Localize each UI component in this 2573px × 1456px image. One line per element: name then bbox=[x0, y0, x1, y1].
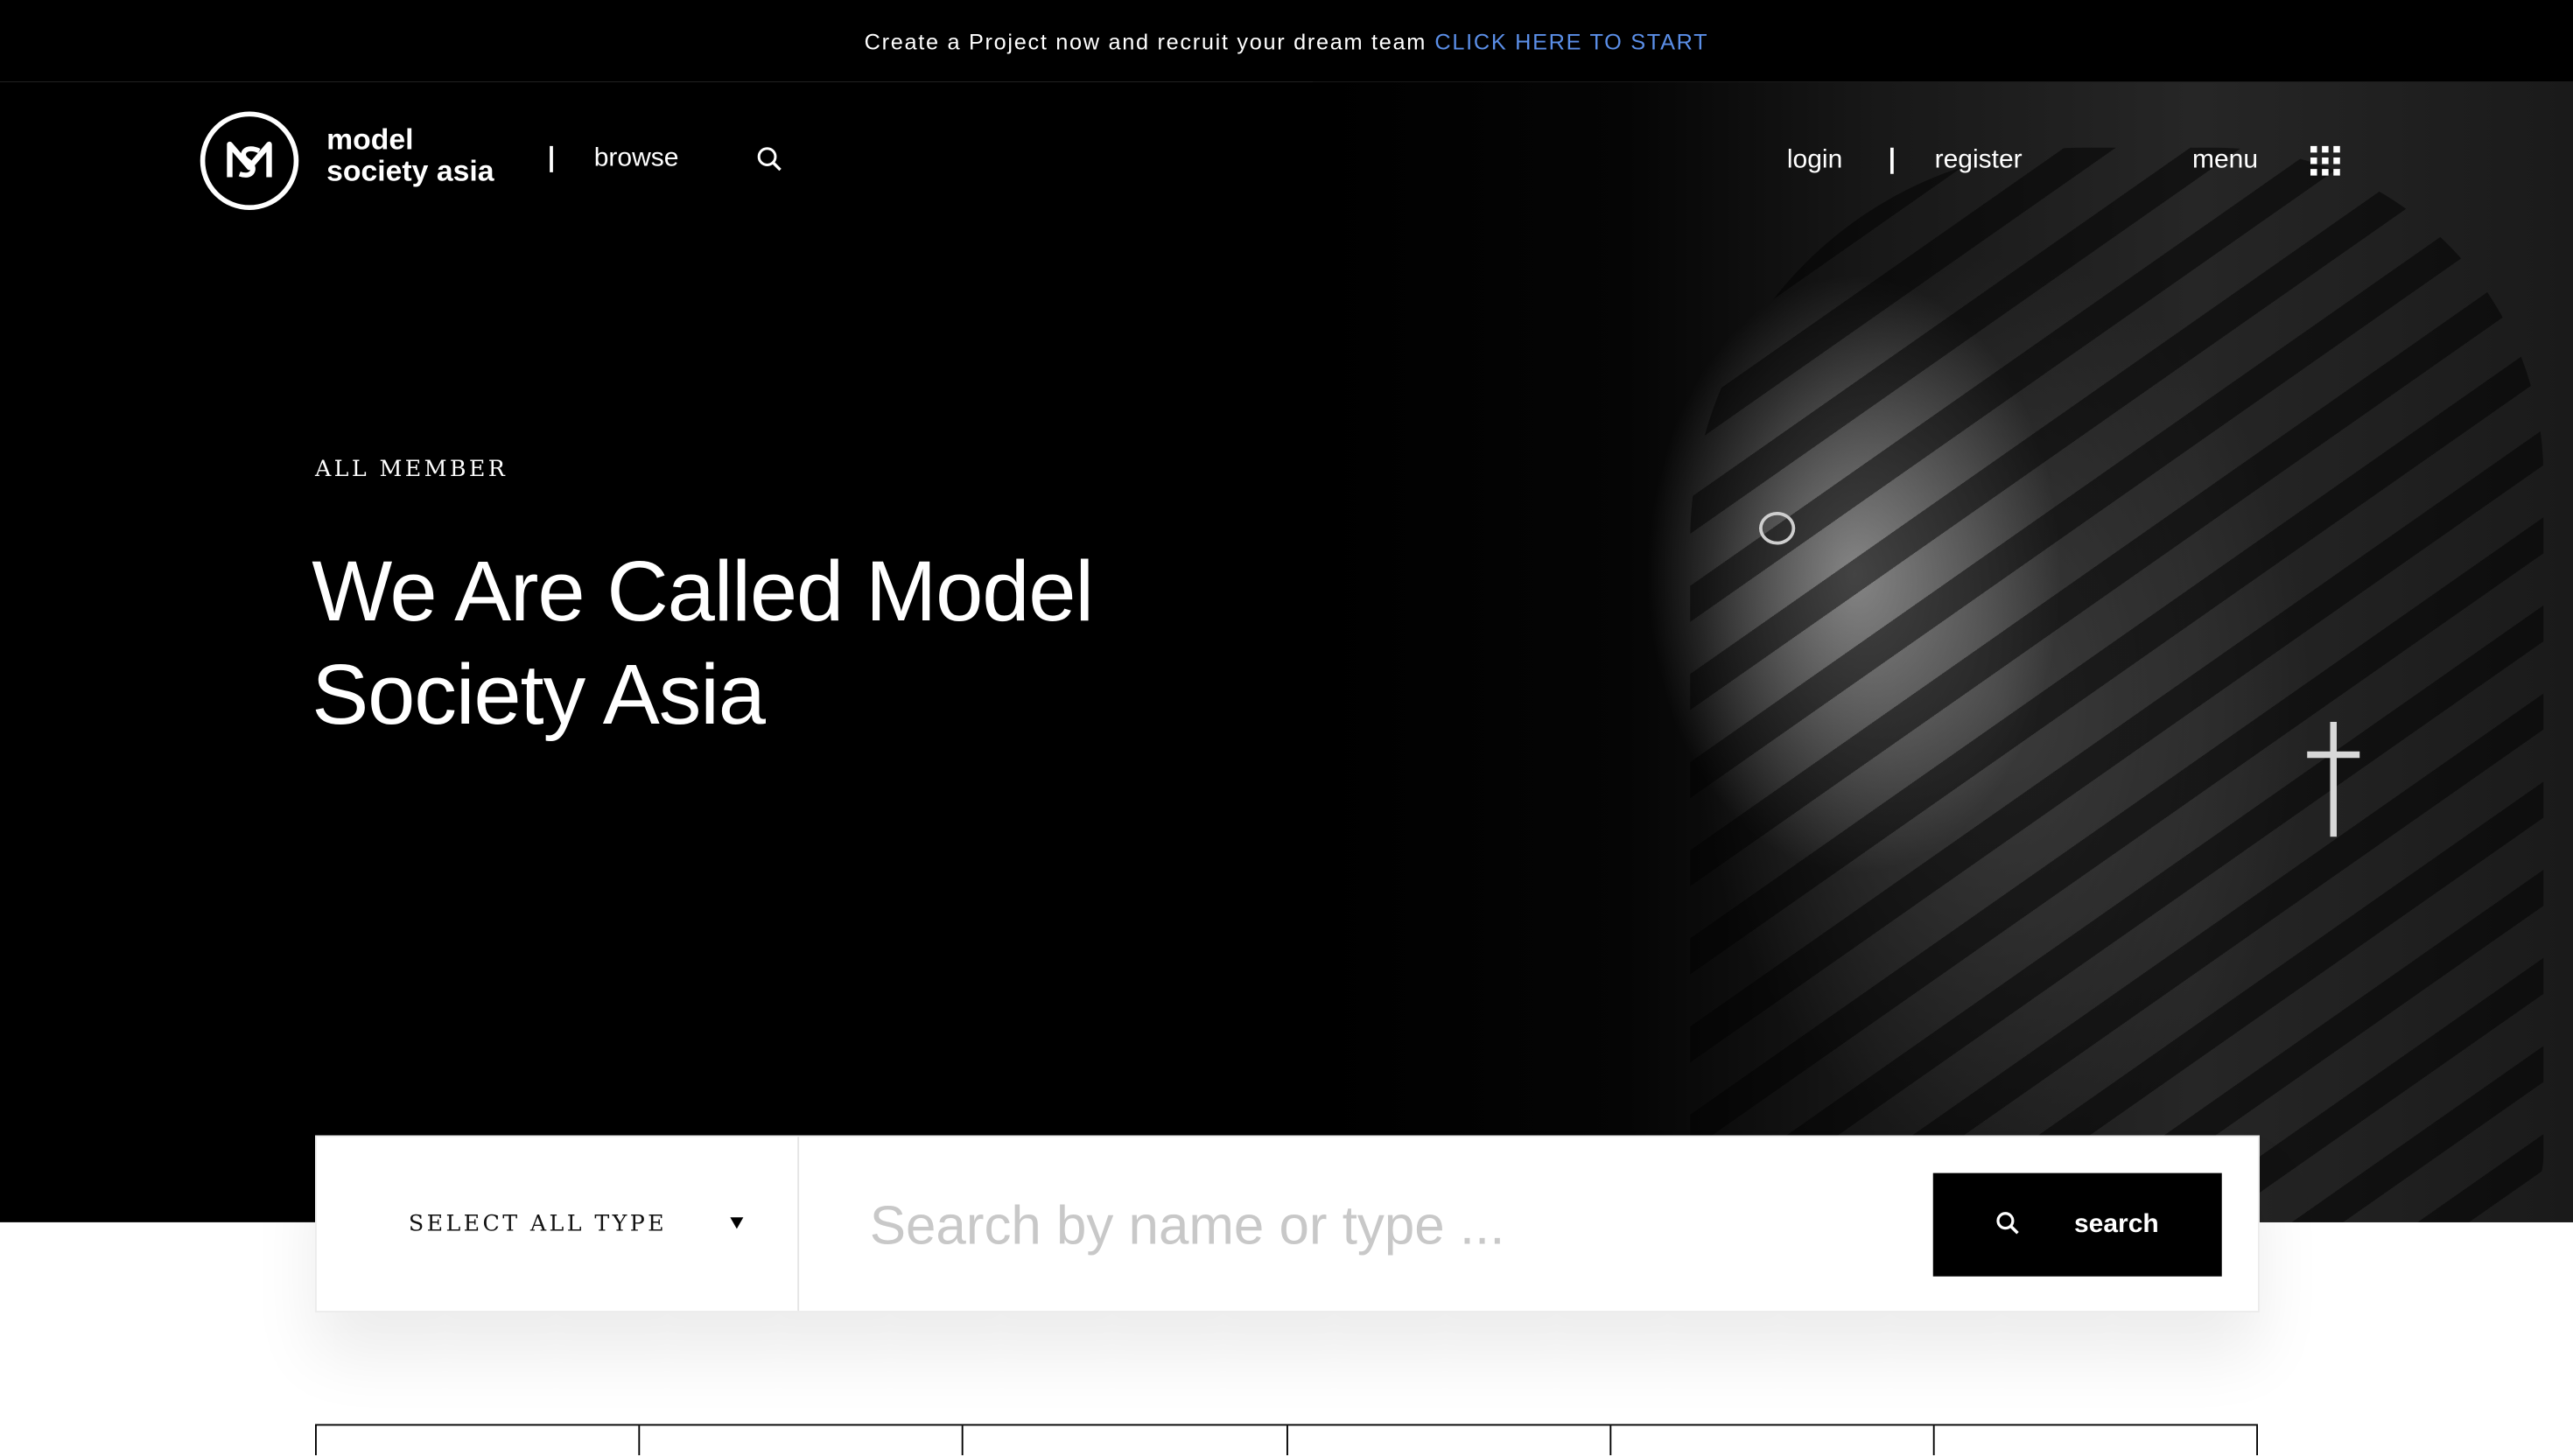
page: Create a Project now and recruit your dr… bbox=[0, 0, 2573, 1456]
grid-icon[interactable] bbox=[2310, 145, 2340, 176]
type-select-dropdown[interactable]: SELECT ALL TYPE bbox=[317, 1137, 800, 1312]
brand-line-1: model bbox=[326, 122, 414, 157]
category-card[interactable] bbox=[1287, 1425, 1611, 1456]
announcement-text: Create a Project now and recruit your dr… bbox=[864, 28, 1427, 53]
header-search-button[interactable] bbox=[756, 146, 782, 180]
search-icon bbox=[757, 147, 782, 172]
category-card[interactable] bbox=[1934, 1425, 2259, 1456]
register-link[interactable]: register bbox=[1935, 146, 2023, 176]
search-input[interactable] bbox=[866, 1182, 1858, 1269]
hero-portrait-image bbox=[1313, 81, 2573, 1222]
search-panel: SELECT ALL TYPE search bbox=[315, 1135, 2260, 1312]
hero-shadow-stripes bbox=[1690, 147, 2544, 1222]
header-divider bbox=[550, 145, 552, 172]
caret-down-icon bbox=[730, 1217, 744, 1229]
search-button[interactable]: search bbox=[1932, 1172, 2222, 1277]
announcement-bar: Create a Project now and recruit your dr… bbox=[0, 0, 2573, 82]
type-select-label: SELECT ALL TYPE bbox=[408, 1210, 667, 1237]
ms-monogram-logo-icon bbox=[227, 141, 272, 178]
nose-ring bbox=[1759, 512, 1796, 545]
hero-title-line-2: Society Asia bbox=[312, 648, 766, 744]
category-grid bbox=[315, 1424, 2259, 1456]
category-card[interactable] bbox=[641, 1425, 964, 1456]
search-icon bbox=[1995, 1211, 2020, 1244]
menu-link[interactable]: menu bbox=[2192, 146, 2258, 176]
brand-name[interactable]: model society asia bbox=[326, 122, 494, 187]
hero-title-line-1: We Are Called Model bbox=[312, 544, 1094, 640]
category-card[interactable] bbox=[1611, 1425, 1935, 1456]
category-card[interactable] bbox=[317, 1425, 641, 1456]
hero-title: We Are Called Model Society Asia bbox=[312, 542, 1230, 748]
category-card[interactable] bbox=[964, 1425, 1287, 1456]
login-link[interactable]: login bbox=[1787, 146, 1842, 176]
auth-divider bbox=[1890, 147, 1893, 174]
hero-eyebrow: ALL MEMBER bbox=[315, 456, 508, 483]
browse-link[interactable]: browse bbox=[594, 144, 679, 174]
search-button-label: search bbox=[2074, 1210, 2159, 1239]
cross-earring bbox=[2307, 722, 2360, 837]
announcement-cta-link[interactable]: CLICK HERE TO START bbox=[1434, 29, 1708, 53]
ms-logo[interactable] bbox=[200, 111, 299, 210]
brand-line-2: society asia bbox=[326, 154, 494, 187]
